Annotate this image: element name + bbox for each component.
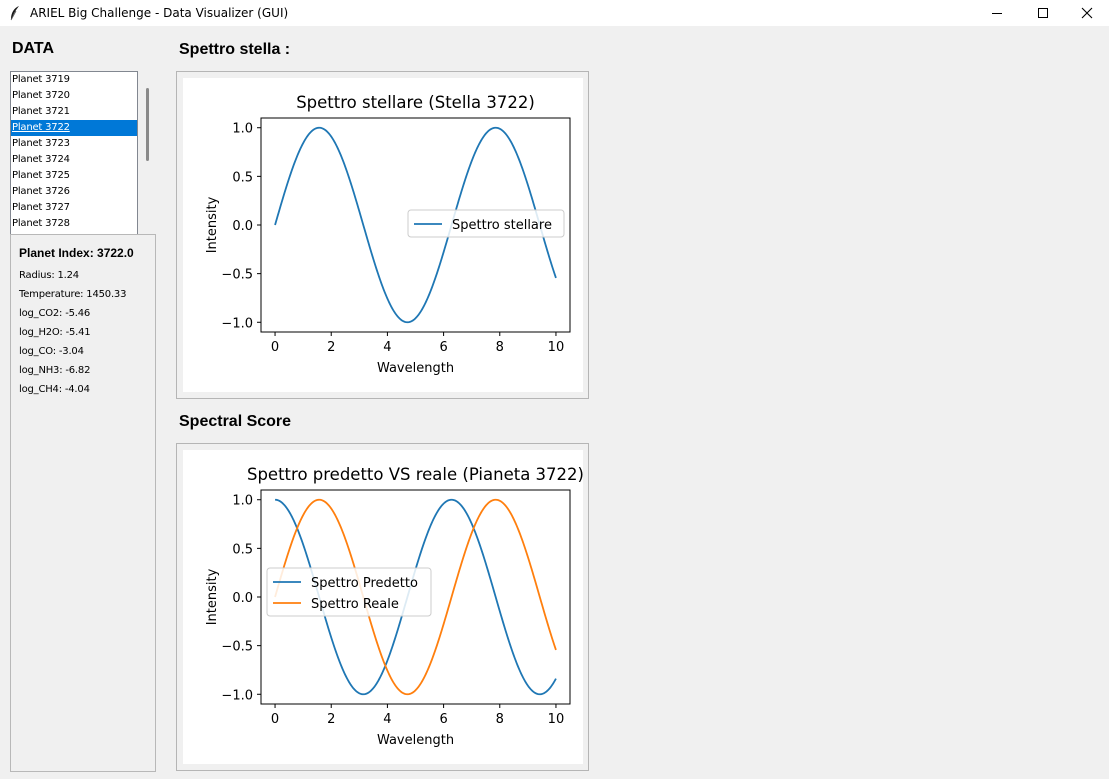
x-tick-label: 6 (439, 340, 447, 355)
legend-label: Spettro Predetto (311, 576, 418, 591)
y-tick-label: −1.0 (221, 688, 253, 703)
stellar-plot-canvas: Spettro stellare (Stella 3722) 0 2 4 6 8 10 1.0… (183, 78, 583, 392)
minimize-icon (992, 13, 1002, 14)
x-tick-label: 4 (383, 340, 391, 355)
x-tick-label: 4 (383, 712, 391, 727)
legend-label: Spettro Reale (311, 597, 399, 612)
x-axis-label: Wavelength (377, 361, 454, 376)
planet-list-item[interactable]: Planet 3723 (11, 136, 137, 152)
close-icon (1081, 7, 1093, 19)
log-ch4-value: log_CH4: -4.04 (19, 384, 90, 395)
title-bar: ARIEL Big Challenge - Data Visualizer (G… (0, 0, 1109, 26)
x-tick-label: 0 (271, 340, 279, 355)
x-tick-label: 10 (548, 340, 565, 355)
log-nh3-value: log_NH3: -6.82 (19, 365, 91, 376)
chart-title: Spettro predetto VS reale (Pianeta 3722) (247, 465, 583, 484)
y-tick-label: 0.5 (232, 542, 253, 557)
log-co-value: log_CO: -3.04 (19, 346, 84, 357)
maximize-button[interactable] (1020, 0, 1066, 26)
score-plot-frame: Spettro predetto VS reale (Pianeta 3722)… (176, 443, 589, 771)
y-tick-label: 1.0 (232, 122, 253, 137)
y-tick-label: 0.0 (232, 219, 253, 234)
close-button[interactable] (1064, 0, 1109, 26)
x-tick-label: 8 (496, 340, 504, 355)
x-tick-label: 10 (548, 712, 565, 727)
log-h2o-value: log_H2O: -5.41 (19, 327, 91, 338)
planet-list-item[interactable]: Planet 3722 (11, 120, 137, 136)
x-tick-label: 2 (327, 712, 335, 727)
temperature-value: Temperature: 1450.33 (19, 289, 127, 300)
spectral-score-chart: Spettro predetto VS reale (Pianeta 3722)… (205, 465, 584, 748)
y-tick-label: 1.0 (232, 494, 253, 509)
planet-list-item[interactable]: Planet 3724 (11, 152, 137, 168)
planet-listbox[interactable]: Planet 3719 Planet 3720 Planet 3721 Planet … (10, 71, 138, 235)
window-title: ARIEL Big Challenge - Data Visualizer (G… (30, 6, 289, 20)
chart-title: Spettro stellare (Stella 3722) (296, 93, 535, 112)
spectral-score-heading: Spectral Score (179, 413, 292, 430)
maximize-icon (1038, 8, 1048, 18)
planet-list-item[interactable]: Planet 3726 (11, 184, 137, 200)
legend-label: Spettro stellare (452, 218, 552, 233)
planet-list-item[interactable]: Planet 3720 (11, 88, 137, 104)
stellar-spectrum-heading: Spettro stella : (179, 41, 291, 58)
data-heading: DATA (12, 40, 55, 57)
log-co2-value: log_CO2: -5.46 (19, 308, 91, 319)
score-plot-canvas: Spettro predetto VS reale (Pianeta 3722)… (183, 450, 584, 764)
planet-list-item[interactable]: Planet 3728 (11, 216, 137, 232)
x-tick-label: 0 (271, 712, 279, 727)
stellar-plot-frame: Spettro stellare (Stella 3722) 0 2 4 6 8 10 1.0… (176, 71, 589, 399)
listbox-scrollbar[interactable] (146, 88, 149, 161)
y-tick-label: −1.0 (221, 316, 253, 331)
x-tick-label: 2 (327, 340, 335, 355)
x-tick-label: 8 (496, 712, 504, 727)
planet-list-item[interactable]: Planet 3719 (11, 72, 137, 88)
y-tick-label: −0.5 (221, 268, 253, 283)
planet-info-panel: Planet Index: 3722.0 Radius: 1.24 Temper… (10, 234, 156, 772)
feather-icon (10, 6, 19, 21)
planet-list-item[interactable]: Planet 3727 (11, 200, 137, 216)
x-tick-label: 6 (439, 712, 447, 727)
x-axis-label: Wavelength (377, 733, 454, 748)
radius-value: Radius: 1.24 (19, 270, 79, 281)
planet-list-item[interactable]: Planet 3721 (11, 104, 137, 120)
minimize-button[interactable] (974, 0, 1020, 26)
y-axis-label: Intensity (205, 568, 220, 625)
y-tick-label: −0.5 (221, 640, 253, 655)
y-axis-label: Intensity (205, 196, 220, 253)
planet-index-title: Planet Index: 3722.0 (19, 246, 134, 260)
planet-list-item[interactable]: Planet 3725 (11, 168, 137, 184)
stellar-spectrum-chart: Spettro stellare (Stella 3722) 0 2 4 6 8 10 1.0… (205, 93, 571, 376)
y-tick-label: 0.0 (232, 591, 253, 606)
y-tick-label: 0.5 (232, 170, 253, 185)
